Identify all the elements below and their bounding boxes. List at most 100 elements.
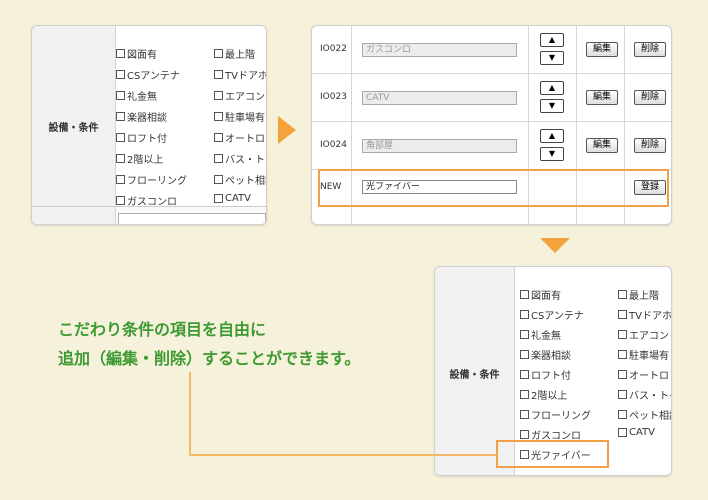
option-checkbox[interactable]: 2階以上 (520, 387, 567, 402)
checkbox[interactable] (116, 49, 125, 58)
checkbox[interactable] (214, 49, 223, 58)
checkbox-label: TVドアホ (225, 71, 267, 82)
option-checkbox[interactable]: 図面有 (520, 287, 561, 302)
checkbox[interactable] (214, 194, 223, 203)
checkbox-label: ロフト付 (531, 371, 571, 382)
option-checkbox[interactable]: 図面有 (116, 46, 157, 61)
checkbox-label: エアコン (225, 92, 265, 103)
caption-line-2: 追加（編集・削除）することができます。 (58, 349, 361, 368)
checkbox[interactable] (214, 70, 223, 79)
checkbox[interactable] (520, 370, 529, 379)
option-checkbox[interactable]: CATV (618, 427, 655, 438)
checkbox[interactable] (214, 91, 223, 100)
checkbox-label: 図面有 (531, 291, 561, 302)
option-checkbox[interactable]: CATV (214, 193, 251, 204)
checkbox[interactable] (116, 175, 125, 184)
option-checkbox[interactable]: 礼金無 (116, 88, 157, 103)
checkbox[interactable] (618, 370, 627, 379)
delete-button[interactable]: 削除 (634, 90, 666, 105)
option-checkbox[interactable]: TVドアホ (618, 307, 671, 322)
checkbox-label: フローリング (531, 411, 591, 422)
move-down-button[interactable]: ▼ (540, 51, 564, 65)
checkbox-label: オートロッ (225, 134, 266, 145)
checkbox[interactable] (116, 133, 125, 142)
move-down-button[interactable]: ▼ (540, 99, 564, 113)
option-checkbox[interactable]: 駐車場有 (214, 109, 265, 124)
option-checkbox[interactable]: 楽器相談 (116, 109, 167, 124)
delete-button[interactable]: 削除 (634, 42, 666, 57)
edit-button[interactable]: 編集 (586, 90, 618, 105)
option-checkbox[interactable]: 最上階 (618, 287, 659, 302)
conditions-label: 設備・条件 (48, 123, 99, 134)
option-checkbox[interactable]: バス・トイ (618, 387, 671, 402)
checkbox-label: 楽器相談 (531, 351, 571, 362)
checkbox[interactable] (214, 133, 223, 142)
option-checkbox[interactable]: フローリング (520, 407, 591, 422)
checkbox[interactable] (520, 310, 529, 319)
item-input[interactable]: 角部屋 (362, 139, 517, 153)
remarks-label-cell (32, 207, 116, 224)
checkbox-label: 最上階 (225, 50, 255, 61)
option-checkbox[interactable]: TVドアホ (214, 67, 267, 82)
chevron-down-icon (540, 238, 570, 253)
option-checkbox[interactable]: エアコン (618, 327, 669, 342)
checkbox-label: CATV (629, 427, 655, 438)
checkbox[interactable] (214, 112, 223, 121)
option-checkbox[interactable]: ロフト付 (520, 367, 571, 382)
checkbox[interactable] (618, 310, 627, 319)
checkbox-label: CATV (225, 193, 251, 204)
checkbox-label: フローリング (127, 176, 187, 187)
item-input[interactable]: CATV (362, 91, 517, 105)
option-checkbox[interactable]: オートロッ (618, 367, 671, 382)
edit-button[interactable]: 編集 (586, 42, 618, 57)
checkbox[interactable] (214, 154, 223, 163)
checkbox[interactable] (116, 196, 125, 205)
checkbox-label: CSアンテナ (531, 311, 584, 322)
move-up-button[interactable]: ▲ (540, 129, 564, 143)
checkbox[interactable] (116, 91, 125, 100)
option-checkbox[interactable]: 駐車場有 (618, 347, 669, 362)
option-checkbox[interactable]: ペット相談 (618, 407, 671, 422)
checkbox[interactable] (116, 112, 125, 121)
checkbox-label: 楽器相談 (127, 113, 167, 124)
option-checkbox[interactable]: ロフト付 (116, 130, 167, 145)
delete-button[interactable]: 削除 (634, 138, 666, 153)
option-checkbox[interactable]: 礼金無 (520, 327, 561, 342)
checkbox[interactable] (116, 154, 125, 163)
checkbox-label: ペット相談 (629, 411, 671, 422)
move-up-button[interactable]: ▲ (540, 81, 564, 95)
guide-line (189, 372, 191, 456)
option-checkbox[interactable]: エアコン (214, 88, 265, 103)
checkbox[interactable] (618, 428, 627, 437)
checkbox[interactable] (214, 175, 223, 184)
checkbox-label: 駐車場有 (629, 351, 669, 362)
checkbox[interactable] (618, 390, 627, 399)
option-checkbox[interactable]: CSアンテナ (520, 307, 584, 322)
checkbox[interactable] (618, 410, 627, 419)
table-row: IO022 ガスコンロ ▲ ▼ 編集 削除 (312, 26, 671, 74)
edit-button[interactable]: 編集 (586, 138, 618, 153)
option-checkbox[interactable]: ペット相談 (214, 172, 266, 187)
checkbox[interactable] (116, 70, 125, 79)
option-checkbox[interactable]: 2階以上 (116, 151, 163, 166)
checkbox[interactable] (520, 430, 529, 439)
checkbox[interactable] (618, 330, 627, 339)
move-down-button[interactable]: ▼ (540, 147, 564, 161)
remarks-input[interactable] (118, 213, 266, 224)
table-row: IO023 CATV ▲ ▼ 編集 削除 (312, 74, 671, 122)
option-checkbox[interactable]: 楽器相談 (520, 347, 571, 362)
checkbox[interactable] (520, 350, 529, 359)
option-checkbox[interactable]: フローリング (116, 172, 187, 187)
checkbox[interactable] (520, 290, 529, 299)
checkbox[interactable] (520, 410, 529, 419)
option-checkbox[interactable]: バス・トイ (214, 151, 266, 166)
option-checkbox[interactable]: オートロッ (214, 130, 266, 145)
item-input[interactable]: ガスコンロ (362, 43, 517, 57)
checkbox[interactable] (520, 390, 529, 399)
checkbox[interactable] (520, 330, 529, 339)
option-checkbox[interactable]: CSアンテナ (116, 67, 180, 82)
option-checkbox[interactable]: 最上階 (214, 46, 255, 61)
move-up-button[interactable]: ▲ (540, 33, 564, 47)
checkbox[interactable] (618, 350, 627, 359)
checkbox[interactable] (618, 290, 627, 299)
